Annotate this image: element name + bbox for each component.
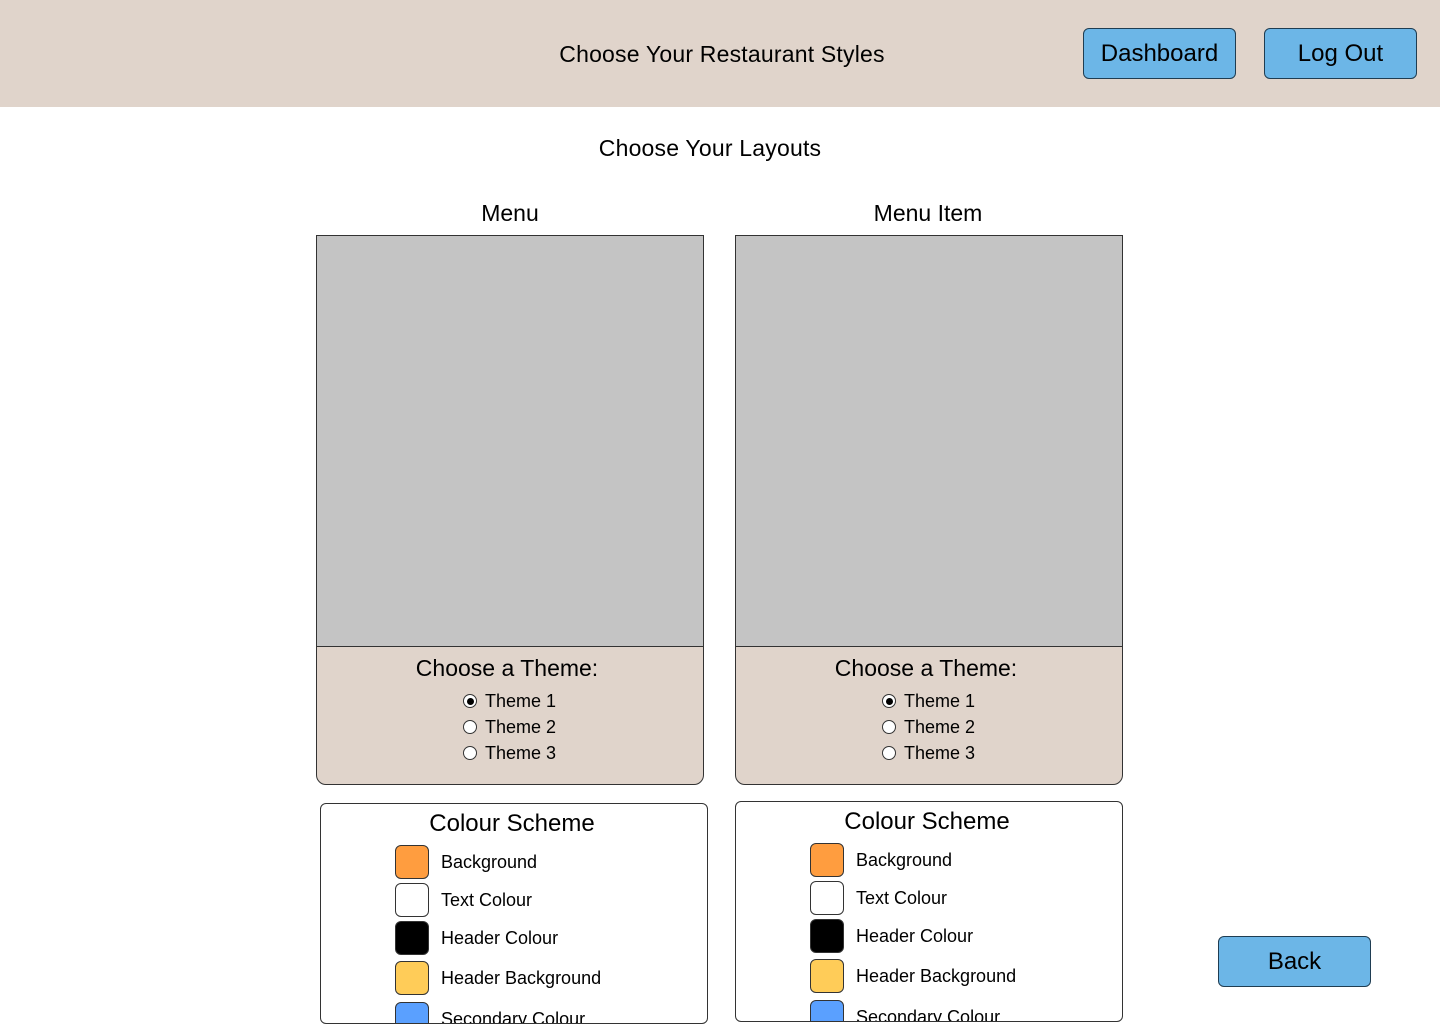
menu-theme-3-radio[interactable] [463,746,477,760]
header-bar: Choose Your Restaurant Styles Dashboard … [0,0,1440,107]
menu-item-swatch-header[interactable] [810,919,844,953]
menu-theme-2-label: Theme 2 [485,717,557,737]
menu-item-theme-3-radio[interactable] [882,746,896,760]
menu-layout-preview [317,236,703,647]
menu-colour-background[interactable]: Background [395,845,537,879]
menu-swatch-header-label: Header Colour [441,928,559,948]
menu-theme-2-radio[interactable] [463,720,477,734]
menu-swatch-background-label: Background [441,852,538,872]
menu-item-layout-preview [736,236,1122,647]
menu-item-colour-header-background[interactable]: Header Background [810,959,1016,993]
menu-theme-option-2[interactable]: Theme 2 [463,716,556,738]
menu-swatch-text[interactable] [395,883,429,917]
menu-item-theme-option-1[interactable]: Theme 1 [882,690,975,712]
menu-theme-1-radio[interactable] [463,694,477,708]
section-title: Choose Your Layouts [598,135,822,161]
menu-layout-title: Menu [481,200,539,226]
menu-item-colour-text[interactable]: Text Colour [810,881,947,915]
menu-item-colour-background[interactable]: Background [810,843,952,877]
menu-swatch-secondary[interactable] [395,1002,429,1023]
menu-theme-heading: Choose a Theme: [415,655,599,681]
menu-item-colour-scheme-title: Colour Scheme [844,808,1010,835]
menu-item-swatch-header-label: Header Colour [856,926,974,946]
menu-item-layout-title: Menu Item [873,200,983,226]
menu-colour-text[interactable]: Text Colour [395,883,532,917]
menu-item-theme-3-label: Theme 3 [904,743,976,763]
menu-colour-scheme-title: Colour Scheme [429,810,595,837]
menu-swatch-header-background[interactable] [395,961,429,995]
menu-item-colour-scheme-panel: Colour Scheme Background Text Colour Hea… [735,801,1123,1022]
menu-swatch-text-label: Text Colour [441,890,533,910]
back-button[interactable]: Back [1218,936,1371,987]
menu-item-colour-header[interactable]: Header Colour [810,919,973,953]
menu-swatch-background[interactable] [395,845,429,879]
menu-colour-header[interactable]: Header Colour [395,921,558,955]
menu-item-swatch-secondary[interactable] [810,1000,844,1021]
menu-item-theme-option-2[interactable]: Theme 2 [882,716,975,738]
menu-theme-option-3[interactable]: Theme 3 [463,742,556,764]
menu-swatch-header-background-label: Header Background [441,968,602,988]
menu-item-swatch-background[interactable] [810,843,844,877]
menu-item-theme-1-label: Theme 1 [904,691,976,711]
menu-item-theme-heading: Choose a Theme: [834,655,1018,681]
menu-item-swatch-text-label: Text Colour [856,888,948,908]
menu-swatch-header[interactable] [395,921,429,955]
menu-item-theme-2-label: Theme 2 [904,717,976,737]
menu-theme-3-label: Theme 3 [485,743,557,763]
menu-colour-secondary[interactable]: Secondary Colour [395,1002,586,1024]
logout-button[interactable]: Log Out [1264,28,1417,79]
menu-item-colour-secondary[interactable]: Secondary Colour [810,1000,1001,1022]
menu-swatch-secondary-label: Secondary Colour [441,1009,586,1024]
menu-theme-option-1[interactable]: Theme 1 [463,690,556,712]
menu-theme-1-label: Theme 1 [485,691,557,711]
menu-item-swatch-text[interactable] [810,881,844,915]
dashboard-button[interactable]: Dashboard [1083,28,1236,79]
menu-colour-header-background[interactable]: Header Background [395,961,601,995]
menu-item-theme-1-radio[interactable] [882,694,896,708]
menu-colour-scheme-panel: Colour Scheme Background Text Colour Hea… [320,803,708,1024]
menu-item-layout-card: Choose a Theme: Theme 1 Theme 2 Theme 3 [735,235,1123,785]
menu-item-swatch-background-label: Background [856,850,953,870]
menu-item-theme-option-3[interactable]: Theme 3 [882,742,975,764]
menu-item-swatch-header-background-label: Header Background [856,966,1017,986]
menu-item-swatch-header-background[interactable] [810,959,844,993]
menu-item-swatch-secondary-label: Secondary Colour [856,1007,1001,1022]
menu-item-theme-2-radio[interactable] [882,720,896,734]
menu-layout-card: Choose a Theme: Theme 1 Theme 2 Theme 3 [316,235,704,785]
